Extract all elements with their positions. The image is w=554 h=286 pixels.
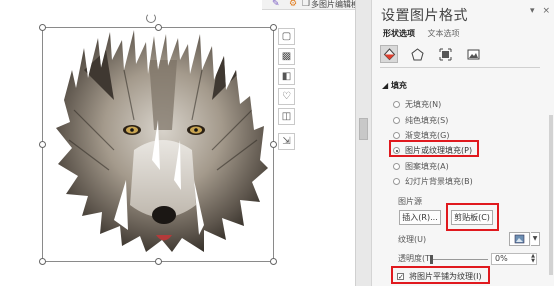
size-properties-icon[interactable] xyxy=(436,45,454,63)
pane-options-icon[interactable]: ▾ xyxy=(530,6,535,16)
fill-section-header[interactable]: ◢ 填充 xyxy=(382,80,407,91)
heart-shape-icon[interactable]: ♡ xyxy=(278,88,295,105)
resize-icon[interactable]: ⇲ xyxy=(278,133,295,150)
radio-no-fill[interactable]: 无填充(N) xyxy=(393,99,441,110)
highlight-picture-fill xyxy=(389,140,479,157)
pane-title: 设置图片格式 xyxy=(381,8,468,24)
picture-icon[interactable] xyxy=(464,45,482,63)
mini-toolbar: ✎ ⚙ ❐ 多图片编辑模式 xyxy=(262,0,367,10)
resize-handle-top[interactable] xyxy=(155,24,162,31)
transparency-slider[interactable] xyxy=(430,255,488,264)
texture-dropdown[interactable]: ▼ xyxy=(531,232,540,246)
quick-tools: ▢ ▩ ◧ ♡ ◫ ⇲ xyxy=(278,28,296,153)
picture-style-icon[interactable]: ◧ xyxy=(278,68,295,85)
layout-options-icon[interactable]: ▢ xyxy=(278,28,295,45)
transparency-label: 透明度(T) xyxy=(398,254,434,263)
resize-handle-bottom-right[interactable] xyxy=(270,258,277,265)
option-label: 图案填充(A) xyxy=(405,162,449,171)
texture-picker[interactable] xyxy=(509,232,530,246)
slider-knob[interactable] xyxy=(430,255,433,264)
highlight-clipboard xyxy=(446,203,499,231)
radio-button[interactable] xyxy=(393,117,400,124)
fill-line-icon[interactable] xyxy=(380,45,398,63)
spin-down-icon[interactable]: ▼ xyxy=(531,259,535,264)
resize-handle-top-right[interactable] xyxy=(270,24,277,31)
radio-button[interactable] xyxy=(393,101,400,108)
pane-tabs: 形状选项 文本选项 xyxy=(383,28,470,39)
resize-handle-bottom-left[interactable] xyxy=(39,258,46,265)
radio-pattern-fill[interactable]: 图案填充(A) xyxy=(393,161,449,172)
radio-button[interactable] xyxy=(393,163,400,170)
vertical-scrollbar[interactable] xyxy=(355,0,371,286)
scrollbar-thumb[interactable] xyxy=(359,118,368,140)
crop-icon[interactable]: ▩ xyxy=(278,48,295,65)
rotate-handle[interactable] xyxy=(146,13,156,23)
copy-icon[interactable]: ❐ xyxy=(302,0,310,9)
picture-selection-frame[interactable] xyxy=(39,24,277,265)
tab-text-options[interactable]: 文本选项 xyxy=(428,29,460,38)
format-picture-pane: 设置图片格式 ▾ × 形状选项 文本选项 ◢ 填充 无填充(N) 纯色填充(S)… xyxy=(371,0,554,286)
resize-handle-right[interactable] xyxy=(270,141,277,148)
transparency-input[interactable]: 0% ▲ ▼ xyxy=(491,253,537,265)
divider xyxy=(380,67,540,68)
texture-icon xyxy=(514,234,525,244)
pen-icon[interactable]: ✎ xyxy=(272,0,280,9)
radio-slide-background-fill[interactable]: 幻灯片背景填充(B) xyxy=(393,176,473,187)
option-label: 幻灯片背景填充(B) xyxy=(405,177,473,186)
radio-button[interactable] xyxy=(393,132,400,139)
resize-handle-left[interactable] xyxy=(39,141,46,148)
transparency-value: 0% xyxy=(495,254,508,263)
arrange-icon[interactable]: ◫ xyxy=(278,108,295,125)
gear-icon[interactable]: ⚙ xyxy=(289,0,297,9)
effects-icon[interactable] xyxy=(408,45,426,63)
option-label: 纯色填充(S) xyxy=(405,116,449,125)
tab-shape-options[interactable]: 形状选项 xyxy=(383,29,415,38)
pane-scrollbar[interactable] xyxy=(549,95,554,275)
spin-buttons[interactable]: ▲ ▼ xyxy=(531,254,535,264)
texture-label: 纹理(U) xyxy=(398,235,427,244)
pane-controls: ▾ × xyxy=(525,6,550,16)
insert-button[interactable]: 插入(R)... xyxy=(399,210,441,225)
radio-solid-fill[interactable]: 纯色填充(S) xyxy=(393,115,448,126)
resize-handle-top-left[interactable] xyxy=(39,24,46,31)
slide-canvas: ✎ ⚙ ❐ 多图片编辑模式 ▢ ▩ ◧ ♡ ◫ ⇲ xyxy=(0,0,371,286)
close-icon[interactable]: × xyxy=(542,6,550,16)
pane-scrollbar-thumb[interactable] xyxy=(549,115,553,275)
highlight-tile xyxy=(391,266,490,284)
option-label: 无填充(N) xyxy=(405,100,442,109)
resize-handle-bottom[interactable] xyxy=(155,258,162,265)
picture-source-label: 图片源 xyxy=(398,197,422,206)
radio-button[interactable] xyxy=(393,178,400,185)
